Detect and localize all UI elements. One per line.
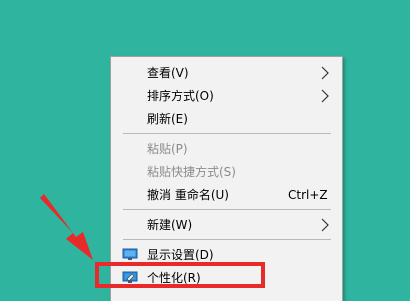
menu-item-refresh-label: 刷新(E) — [147, 112, 188, 126]
menu-item-new[interactable]: 新建(W) — [111, 214, 342, 236]
menu-separator — [123, 133, 331, 134]
annotation-highlight-box — [95, 262, 265, 288]
menu-item-new-label: 新建(W) — [147, 218, 193, 232]
menu-item-refresh[interactable]: 刷新(E) — [111, 108, 342, 130]
menu-item-paste[interactable]: 粘贴(P) — [111, 138, 342, 160]
menu-item-paste-label: 粘贴(P) — [147, 142, 188, 156]
menu-item-view[interactable]: 查看(V) — [111, 62, 342, 84]
menu-item-undo-rename-shortcut: Ctrl+Z — [288, 188, 328, 202]
menu-item-sort-by[interactable]: 排序方式(O) — [111, 85, 342, 107]
display-icon — [122, 248, 138, 260]
chevron-right-icon — [321, 218, 329, 232]
menu-item-display-settings-label: 显示设置(D) — [147, 248, 214, 262]
chevron-right-icon — [321, 66, 329, 80]
menu-item-view-label: 查看(V) — [147, 66, 189, 80]
chevron-right-icon — [321, 89, 329, 103]
menu-item-undo-rename-label: 撤消 重命名(U) — [147, 188, 229, 202]
menu-separator — [123, 239, 331, 240]
menu-separator — [123, 209, 331, 210]
menu-item-undo-rename[interactable]: 撤消 重命名(U) Ctrl+Z — [111, 184, 342, 206]
menu-item-paste-shortcut-label: 粘贴快捷方式(S) — [147, 165, 236, 179]
menu-item-sort-by-label: 排序方式(O) — [147, 89, 214, 103]
menu-item-paste-shortcut[interactable]: 粘贴快捷方式(S) — [111, 161, 342, 183]
